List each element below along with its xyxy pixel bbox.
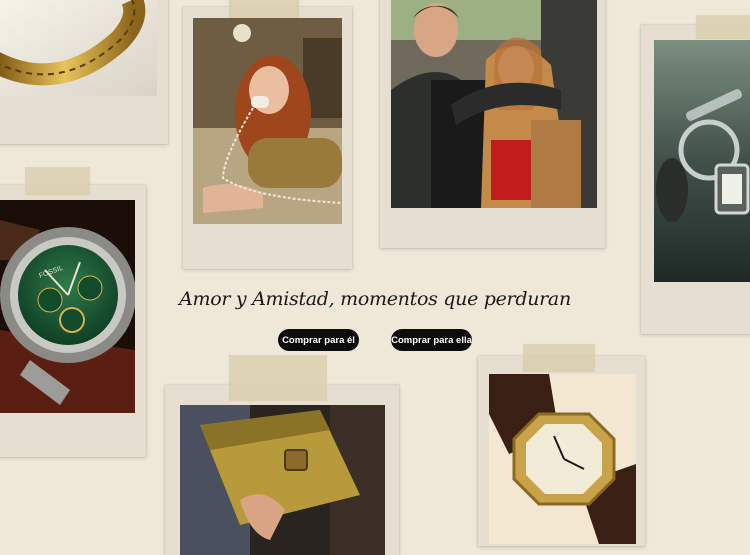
polaroid-bag (165, 355, 399, 555)
woman-phone-photo[interactable] (193, 18, 342, 224)
couple-photo[interactable] (391, 0, 597, 208)
yellow-bag-photo[interactable] (180, 405, 385, 555)
octagon-watch-photo[interactable] (489, 374, 636, 544)
polaroid-couple (380, 0, 605, 248)
shop-for-her-button[interactable]: Comprar para ella (391, 329, 472, 351)
tape (523, 344, 595, 372)
shop-for-him-button[interactable]: Comprar para él (278, 329, 359, 351)
tape (229, 355, 327, 401)
page-title: Amor y Amistad, momentos que perduran (179, 288, 571, 310)
tape (25, 167, 90, 195)
polaroid-bracelet (0, 0, 168, 144)
polaroid-octagon-watch (478, 344, 645, 546)
keys-watch-photo[interactable] (654, 40, 750, 282)
polaroid-woman-phone (183, 0, 352, 269)
gold-bracelet-photo[interactable] (0, 0, 157, 96)
tape (696, 15, 750, 39)
polaroid-chronograph: FOSSIL (0, 167, 146, 457)
